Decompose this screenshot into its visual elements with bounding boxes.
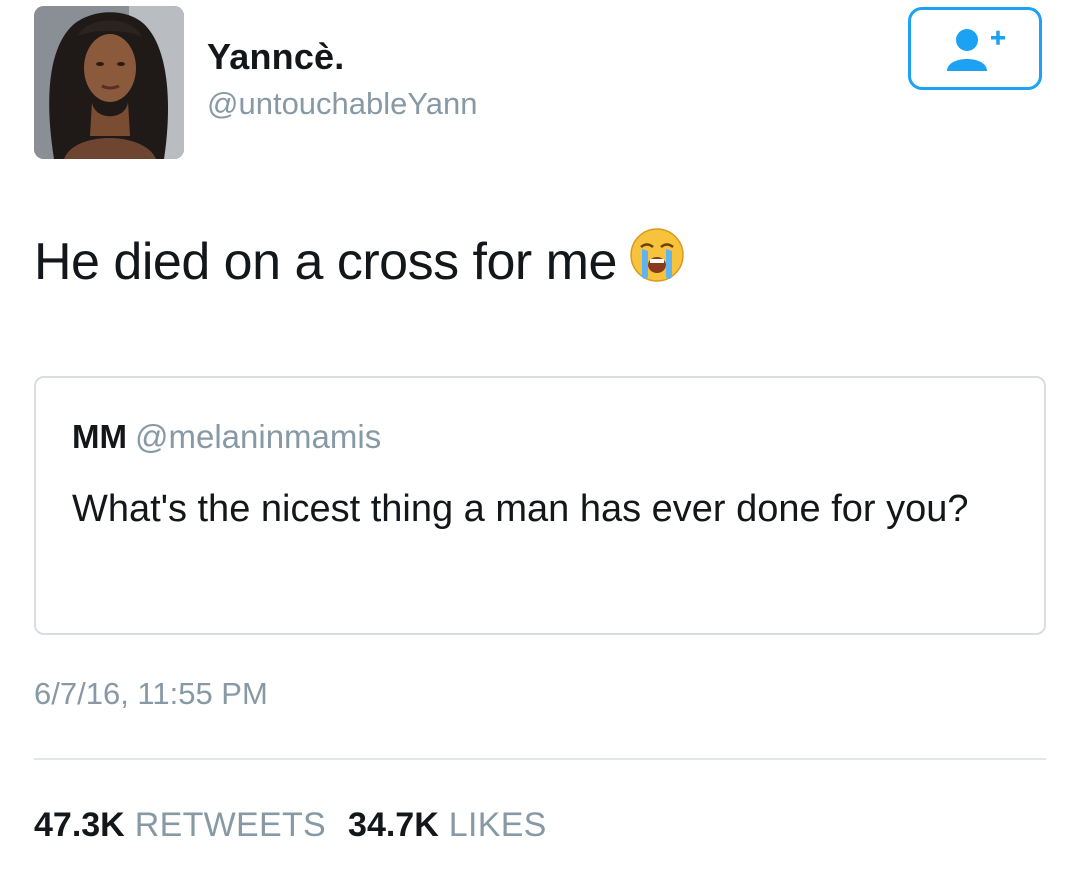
avatar[interactable] — [34, 6, 184, 159]
follow-button[interactable] — [908, 7, 1042, 90]
tweet-timestamp[interactable]: 6/7/16, 11:55 PM — [34, 676, 268, 712]
quoted-tweet[interactable]: MM @melaninmamis What's the nicest thing … — [34, 376, 1046, 635]
quoted-author: MM @melaninmamis — [72, 418, 381, 456]
divider — [34, 758, 1046, 760]
retweets-count[interactable]: 47.3K — [34, 806, 125, 844]
likes-label[interactable]: LIKES — [449, 806, 547, 844]
loudly-crying-face-icon — [629, 227, 685, 296]
quoted-display-name: MM — [72, 418, 127, 455]
profile-photo-icon — [34, 6, 184, 159]
user-handle[interactable]: @untouchableYann — [207, 86, 478, 122]
tweet-stats: 47.3K RETWEETS 34.7K LIKES — [34, 806, 569, 845]
quoted-handle: @melaninmamis — [134, 418, 382, 455]
quoted-text: What's the nicest thing a man has ever d… — [72, 488, 969, 530]
display-name[interactable]: Yanncè. — [207, 36, 344, 78]
retweets-label[interactable]: RETWEETS — [135, 806, 326, 844]
likes-count[interactable]: 34.7K — [348, 806, 439, 844]
tweet-text: He died on a cross for me — [34, 233, 617, 291]
tweet-body: He died on a cross for me — [34, 228, 685, 296]
add-user-icon — [947, 29, 1005, 71]
